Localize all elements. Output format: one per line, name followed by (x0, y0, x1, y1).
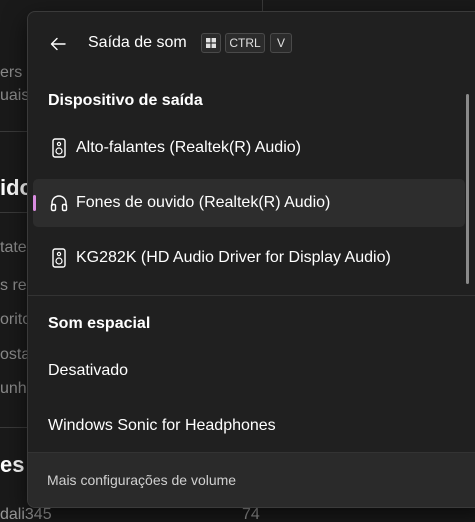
headphones-icon (48, 192, 70, 214)
spatial-option-off[interactable]: Desativado (33, 347, 465, 395)
bg-text-3: tate (0, 239, 27, 256)
flyout-footer: Mais configurações de volume (28, 452, 475, 507)
bg-text-7: unh (0, 380, 27, 397)
bg-separator (0, 427, 27, 428)
device-label: Alto-falantes (Realtek(R) Audio) (76, 139, 301, 156)
spatial-option-label: Windows Sonic for Headphones (48, 417, 276, 434)
back-button[interactable] (42, 28, 74, 60)
device-item-headphones[interactable]: Fones de ouvido (Realtek(R) Audio) (33, 179, 465, 227)
spatial-sound-heading: Som espacial (48, 315, 151, 332)
sound-output-flyout: Saída de som CTRL V Dispositivo de saída… (27, 11, 475, 508)
scrollbar[interactable] (466, 94, 469, 284)
device-item-speakers[interactable]: Alto-falantes (Realtek(R) Audio) (33, 124, 465, 172)
speaker-icon (48, 247, 70, 269)
speaker-icon (48, 137, 70, 159)
flyout-title: Saída de som (88, 34, 187, 51)
bg-separator (0, 131, 27, 132)
section-divider (28, 295, 475, 296)
arrow-left-icon (50, 37, 66, 51)
device-label: KG282K (HD Audio Driver for Display Audi… (76, 249, 391, 266)
bg-text-6: osta (0, 346, 31, 363)
v-key-badge: V (270, 33, 292, 53)
bg-text-8: dali345 (0, 506, 52, 522)
bg-separator (0, 212, 27, 213)
bg-text-2: uais (0, 87, 30, 104)
windows-key-badge (201, 33, 221, 53)
spatial-option-label: Desativado (48, 362, 129, 379)
bg-text-9: 74 (242, 506, 260, 522)
bg-text-1: ers (0, 64, 23, 81)
device-item-kg282k[interactable]: KG282K (HD Audio Driver for Display Audi… (33, 234, 465, 282)
ctrl-key-badge: CTRL (225, 33, 265, 53)
flyout-header: Saída de som CTRL V (28, 12, 475, 76)
selection-indicator (33, 195, 36, 211)
spatial-option-windows-sonic[interactable]: Windows Sonic for Headphones (33, 402, 465, 450)
more-volume-settings-link[interactable]: Mais configurações de volume (47, 472, 236, 488)
bg-divider (262, 0, 263, 11)
device-label: Fones de ouvido (Realtek(R) Audio) (76, 194, 331, 211)
windows-key-icon (206, 38, 216, 48)
output-device-heading: Dispositivo de saída (48, 92, 203, 109)
